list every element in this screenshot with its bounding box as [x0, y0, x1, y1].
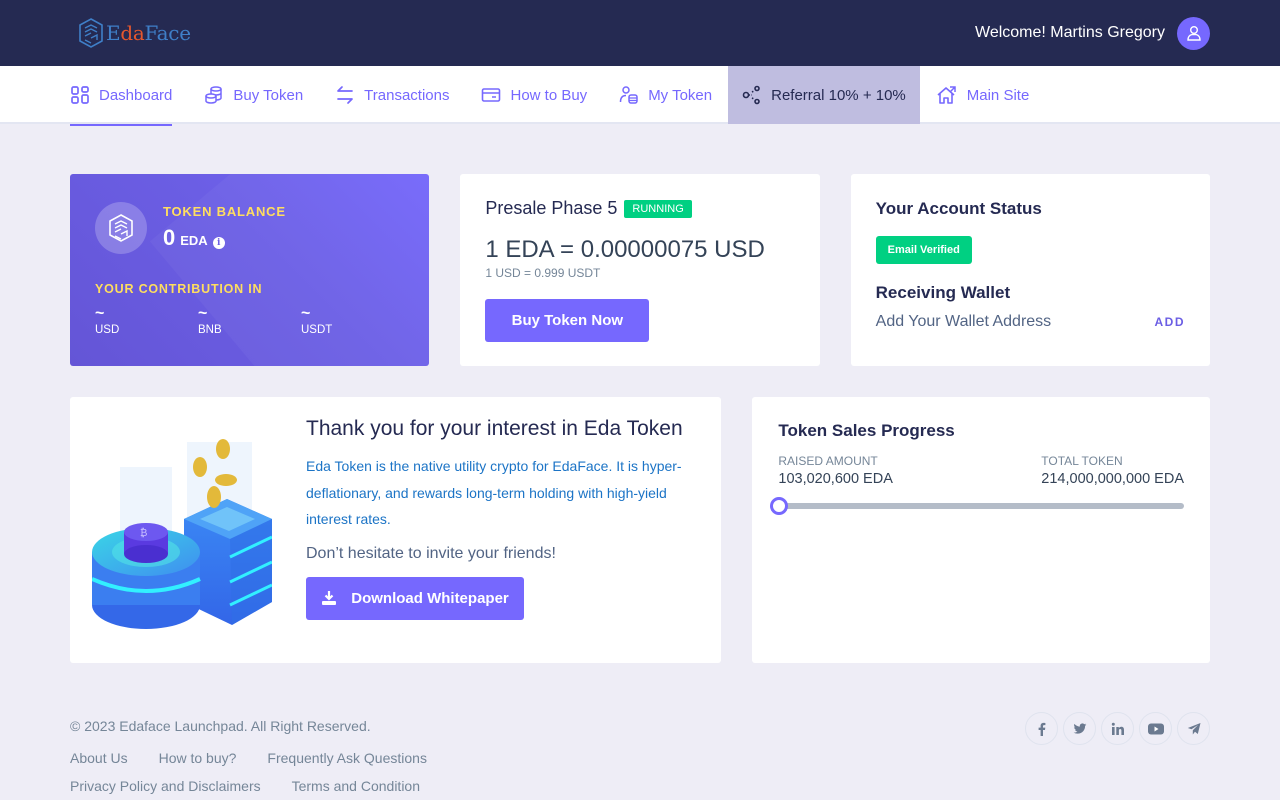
card-icon [482, 88, 501, 102]
nav-label: Dashboard [99, 86, 173, 104]
footer-link-terms[interactable]: Terms and Condition [292, 778, 420, 794]
share-icon [742, 85, 760, 105]
social-links [1025, 712, 1210, 794]
user-menu[interactable]: Welcome! Martins Gregory [975, 16, 1210, 50]
wallet-address-placeholder: Add Your Wallet Address [875, 313, 1052, 330]
crypto-illustration: ₿ [70, 397, 306, 663]
footer-link-how-to-buy[interactable]: How to buy? [159, 750, 237, 766]
welcome-text: Welcome! Martins Gregory [975, 24, 1165, 41]
nav-label: How to Buy [510, 86, 588, 104]
progress-thumb [769, 497, 788, 515]
total-token-value: 214,000,000,000 EDA [1041, 471, 1184, 487]
progress-title: Token Sales Progress [778, 421, 955, 440]
coins-icon [205, 86, 223, 104]
user-token-icon [619, 86, 638, 104]
copyright: © 2023 Edaface Launchpad. All Right Rese… [70, 718, 371, 734]
token-sales-progress-card: Token Sales Progress RAISED AMOUNT 103,0… [752, 397, 1210, 663]
nav-label: Main Site [966, 86, 1030, 104]
raised-amount-value: 103,020,600 EDA [778, 471, 893, 487]
user-icon [1186, 26, 1201, 41]
invite-text: Don’t hesitate to invite your friends! [306, 544, 556, 562]
nav-label: Transactions [364, 86, 450, 104]
main-nav: Dashboard Buy Token Transactions How to … [0, 66, 1280, 126]
raised-amount-label: RAISED AMOUNT [778, 454, 878, 468]
dashboard-icon [71, 86, 89, 104]
nav-label: My Token [648, 86, 713, 104]
footer-link-faq[interactable]: Frequently Ask Questions [267, 750, 427, 766]
dashboard-content: TOKEN BALANCE 0 EDA i YOUR CONTRIBUTION … [0, 124, 1280, 663]
nav-referral[interactable]: Referral 10% + 10% [728, 66, 920, 124]
presale-title: Presale Phase 5 [485, 198, 618, 218]
welcome-description: Eda Token is the native utility crypto f… [306, 458, 682, 527]
nav-transactions[interactable]: Transactions [319, 66, 465, 124]
avatar[interactable] [1177, 16, 1210, 50]
facebook-link[interactable] [1025, 712, 1058, 745]
token-balance-unit: EDA [180, 233, 208, 248]
eda-logo-icon [109, 214, 133, 242]
sales-progress-bar [769, 497, 1184, 515]
transfer-icon [337, 86, 354, 104]
top-bar: EdaFace Welcome! Martins Gregory [0, 0, 1280, 66]
home-icon [937, 86, 956, 104]
token-balance-card: TOKEN BALANCE 0 EDA i YOUR CONTRIBUTION … [70, 174, 430, 366]
nav-my-token[interactable]: My Token [603, 66, 728, 124]
telegram-icon [1187, 722, 1200, 734]
nav-label: Buy Token [233, 86, 304, 104]
add-wallet-link[interactable]: ADD [1154, 315, 1185, 329]
server-coins-illustration: ₿ [91, 439, 273, 629]
twitter-icon [1073, 722, 1086, 734]
usd-rate: 1 USD = 0.999 USDT [485, 266, 601, 280]
info-icon[interactable]: i [212, 237, 225, 249]
token-balance-label: TOKEN BALANCE [163, 204, 286, 219]
welcome-card: ₿ Thank you for your interest in Eda Tok… [70, 397, 722, 663]
youtube-link[interactable] [1139, 712, 1172, 745]
footer: © 2023 Edaface Launchpad. All Right Rese… [0, 663, 1280, 794]
twitter-link[interactable] [1063, 712, 1096, 745]
download-whitepaper-label: Download Whitepaper [351, 589, 509, 607]
logo-mark-icon [79, 18, 103, 48]
youtube-icon [1147, 723, 1164, 734]
download-icon [322, 591, 337, 605]
token-rate: 1 EDA = 0.00000075 USD [485, 236, 765, 263]
contribution-usd: ~ USD [95, 305, 120, 337]
edaface-logo[interactable]: EdaFace [78, 18, 191, 48]
status-badge: RUNNING [624, 199, 692, 218]
token-balance-value: 0 [163, 225, 176, 250]
welcome-title: Thank you for your interest in Eda Token [306, 417, 683, 440]
nav-how-to-buy[interactable]: How to Buy [465, 66, 603, 124]
nav-buy-token[interactable]: Buy Token [188, 66, 319, 124]
nav-label: Referral 10% + 10% [771, 86, 906, 104]
email-verified-badge: Email Verified [875, 236, 972, 264]
contribution-label: YOUR CONTRIBUTION IN [95, 282, 263, 296]
facebook-icon [1038, 722, 1045, 736]
contribution-usdt: ~ USDT [301, 305, 333, 337]
buy-token-now-button[interactable]: Buy Token Now [485, 299, 650, 342]
footer-links: About Us How to buy? Frequently Ask Ques… [70, 750, 670, 794]
account-status-card: Your Account Status Email Verified Recei… [850, 174, 1210, 366]
eda-token-logo [95, 202, 147, 254]
nav-main-site[interactable]: Main Site [920, 66, 1046, 124]
footer-link-about-us[interactable]: About Us [70, 750, 128, 766]
account-status-title: Your Account Status [875, 199, 1042, 218]
linkedin-link[interactable] [1101, 712, 1134, 745]
nav-dashboard[interactable]: Dashboard [70, 66, 188, 126]
contribution-bnb: ~ BNB [198, 305, 222, 337]
total-token-label: TOTAL TOKEN [1041, 454, 1123, 468]
footer-link-privacy-policy[interactable]: Privacy Policy and Disclaimers [70, 778, 261, 794]
download-whitepaper-button[interactable]: Download Whitepaper [306, 576, 524, 620]
receiving-wallet-title: Receiving Wallet [875, 283, 1011, 302]
svg-text:₿: ₿ [140, 527, 147, 539]
presale-card: Presale Phase 5 RUNNING 1 EDA = 0.000000… [460, 174, 820, 366]
logo-text: EdaFace [106, 21, 191, 45]
linkedin-icon [1111, 722, 1124, 735]
telegram-link[interactable] [1177, 712, 1210, 745]
